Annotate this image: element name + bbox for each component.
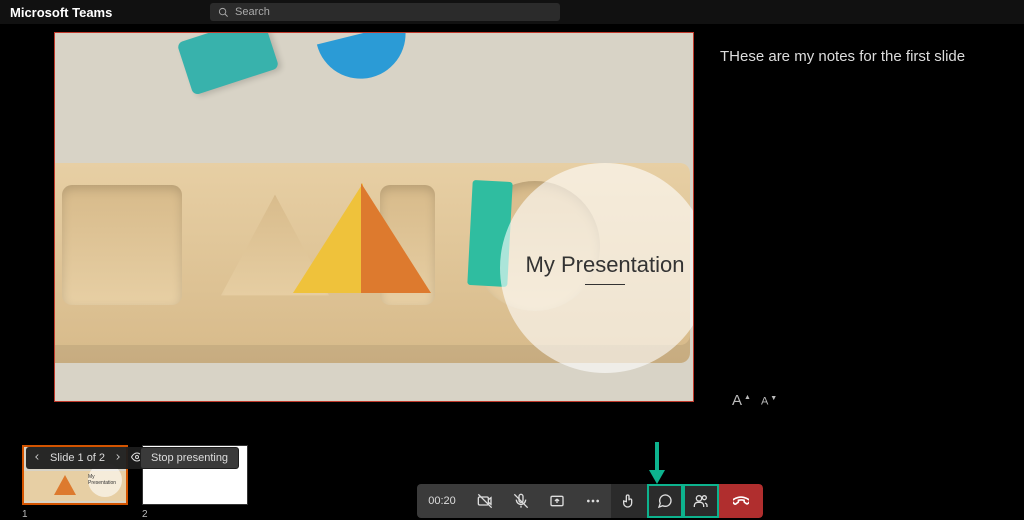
search-input[interactable]: Search — [210, 3, 560, 21]
search-placeholder: Search — [235, 6, 270, 18]
prev-slide-button[interactable] — [32, 452, 42, 465]
chat-icon — [657, 493, 673, 509]
next-slide-button[interactable] — [113, 452, 123, 465]
stop-presenting-button[interactable]: Stop presenting — [140, 447, 239, 469]
more-actions-button[interactable] — [575, 484, 611, 518]
slide-nav-overlay: Slide 1 of 2 — [26, 447, 149, 469]
mic-off-icon — [513, 493, 529, 509]
decorative-underline — [585, 284, 625, 285]
app-title: Microsoft Teams — [10, 5, 112, 20]
call-duration: 00:20 — [417, 484, 467, 518]
presenter-notes: THese are my notes for the first slide — [720, 48, 1018, 65]
hangup-button[interactable] — [719, 484, 763, 518]
current-slide: My Presentation — [54, 32, 694, 402]
camera-off-icon — [477, 493, 493, 509]
mic-toggle-button[interactable] — [503, 484, 539, 518]
font-decrease-button[interactable]: A▼ — [761, 395, 777, 408]
more-icon — [585, 493, 601, 509]
chevron-right-icon — [113, 452, 123, 462]
top-bar: Microsoft Teams Search — [0, 0, 1024, 24]
decorative-block — [177, 32, 280, 96]
chevron-left-icon — [32, 452, 42, 462]
participants-button[interactable] — [683, 484, 719, 518]
share-button[interactable] — [539, 484, 575, 518]
raise-hand-button[interactable] — [611, 484, 647, 518]
font-increase-button[interactable]: A▲ — [732, 392, 751, 409]
hangup-icon — [733, 493, 749, 509]
font-size-controls: A▲ A▼ — [732, 392, 777, 409]
slide-title: My Presentation — [526, 252, 685, 278]
camera-toggle-button[interactable] — [467, 484, 503, 518]
main-area: My Presentation THese are my notes for t… — [0, 24, 1024, 515]
decorative-block — [317, 32, 415, 88]
slide-counter: Slide 1 of 2 — [50, 452, 105, 464]
chat-button[interactable] — [647, 484, 683, 518]
call-toolbar: 00:20 — [417, 484, 763, 518]
slide-title-circle: My Presentation — [500, 163, 694, 373]
annotation-arrow-icon — [646, 440, 668, 484]
decorative-slot — [62, 185, 182, 305]
search-icon — [218, 7, 229, 18]
share-screen-icon — [549, 493, 565, 509]
raise-hand-icon — [621, 493, 637, 509]
people-icon — [693, 493, 709, 509]
